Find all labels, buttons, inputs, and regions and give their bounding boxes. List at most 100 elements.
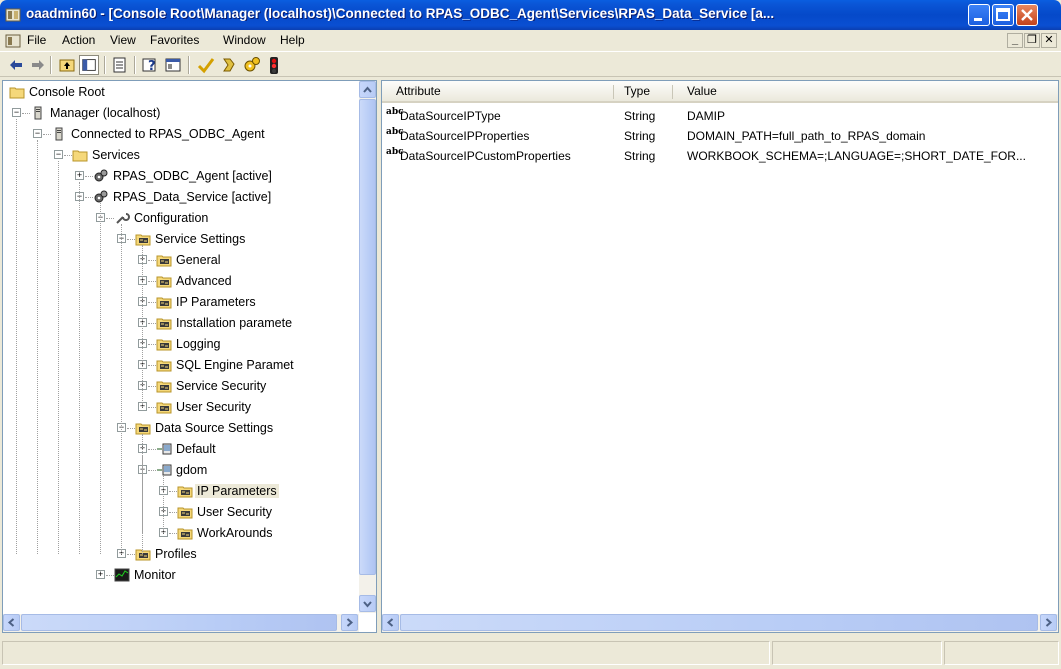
check-icon[interactable] — [196, 55, 216, 75]
settings-folder-icon — [156, 397, 172, 417]
tree-item[interactable]: + Default — [3, 439, 359, 459]
list-hscroll-thumb[interactable] — [400, 614, 1038, 631]
tree-item-label: Service Security — [176, 379, 267, 393]
chevron-down-icon — [363, 601, 372, 608]
collapse-icon[interactable]: − — [12, 108, 21, 117]
settings-folder-icon — [156, 292, 172, 312]
scroll-down-button[interactable] — [359, 595, 376, 612]
mdi-restore-button[interactable]: ❐ — [1024, 33, 1040, 48]
scroll-thumb[interactable] — [359, 99, 376, 575]
settings-folder-icon — [156, 250, 172, 270]
menu-window[interactable]: Window — [223, 33, 266, 49]
table-row[interactable]: abc DataSourceIPType String DAMIP — [382, 107, 1058, 127]
tree-item[interactable]: + Monitor — [3, 565, 359, 585]
scroll-left-button[interactable] — [3, 614, 20, 631]
back-icon[interactable] — [6, 55, 26, 75]
up-folder-icon[interactable] — [57, 55, 77, 75]
menu-view[interactable]: View — [110, 33, 136, 49]
settings-folder-icon — [156, 271, 172, 291]
settings-gears-icon[interactable] — [242, 55, 262, 75]
chevron-up-icon — [363, 86, 372, 93]
list-pane[interactable]: Attribute Type Value abc DataSourceIPType… — [381, 80, 1059, 633]
tree-item[interactable]: − Manager (localhost) — [3, 103, 359, 123]
wrench-icon — [114, 208, 130, 228]
value-cell: DOMAIN_PATH=full_path_to_RPAS_domain — [687, 129, 926, 143]
tree-item[interactable]: + General — [3, 250, 359, 270]
tree-item-label: Configuration — [134, 211, 209, 225]
settings-folder-icon — [177, 502, 193, 522]
column-header-value[interactable]: Value — [687, 84, 717, 98]
document-icon — [5, 34, 21, 48]
tree-item[interactable]: − Service Settings — [3, 229, 359, 249]
tree-item[interactable]: + IP Parameters — [3, 292, 359, 312]
tree-item[interactable]: Console Root — [3, 82, 359, 102]
minimize-button[interactable] — [968, 4, 990, 26]
console-window-icon[interactable] — [163, 55, 183, 75]
tree-item[interactable]: − Configuration — [3, 208, 359, 228]
tree-item[interactable]: − RPAS_Data_Service [active] — [3, 187, 359, 207]
menu-favorites[interactable]: Favorites — [150, 33, 199, 49]
collapse-icon[interactable]: − — [33, 129, 42, 138]
tree-item[interactable]: + Service Security — [3, 376, 359, 396]
tree-item[interactable]: − Connected to RPAS_ODBC_Agent — [3, 124, 359, 144]
tree-item[interactable]: + IP Parameters — [3, 481, 359, 501]
table-row[interactable]: abc DataSourceIPCustomProperties String WOR… — [382, 147, 1058, 167]
tree-item[interactable]: + Profiles — [3, 544, 359, 564]
tree-item[interactable]: + Installation paramete — [3, 313, 359, 333]
list-horizontal-scrollbar[interactable] — [382, 614, 1058, 632]
attribute-cell: DataSourceIPCustomProperties — [400, 149, 571, 163]
tree-item[interactable]: + User Security — [3, 502, 359, 522]
tree-item[interactable]: − Data Source Settings — [3, 418, 359, 438]
collapse-icon[interactable]: − — [54, 150, 63, 159]
traffic-light-icon[interactable] — [264, 55, 284, 75]
chevron-right-icon — [1045, 618, 1053, 627]
type-cell: String — [624, 149, 656, 163]
menu-file[interactable]: File — [27, 33, 46, 49]
tree-item-label: Profiles — [155, 547, 197, 561]
tree-pane[interactable]: Console Root − Manager (localhost) − Connect… — [2, 80, 377, 633]
help-icon[interactable]: ? — [140, 55, 160, 75]
show-tree-icon[interactable] — [79, 55, 99, 75]
tree-item-label: User Security — [197, 505, 273, 519]
tree-item[interactable]: − Services — [3, 145, 359, 165]
forward-icon[interactable] — [28, 55, 48, 75]
status-section-2 — [772, 641, 942, 665]
menu-help[interactable]: Help — [280, 33, 305, 49]
close-button[interactable] — [1016, 4, 1038, 26]
maximize-button[interactable] — [992, 4, 1014, 26]
tree-item[interactable]: + User Security — [3, 397, 359, 417]
list-scroll-right-button[interactable] — [1040, 614, 1057, 631]
title-bar[interactable]: oaadmin60 - [Console Root\Manager (local… — [0, 0, 1061, 30]
hscroll-thumb[interactable] — [21, 614, 337, 631]
expand-icon[interactable]: + — [75, 171, 84, 180]
window-title: oaadmin60 - [Console Root\Manager (local… — [26, 6, 775, 21]
tree-item[interactable]: + SQL Engine Paramet — [3, 355, 359, 375]
scroll-right-button[interactable] — [341, 614, 358, 631]
tree-item-label: Console Root — [29, 85, 105, 99]
datasource-icon — [156, 439, 172, 459]
mdi-close-button[interactable]: ✕ — [1041, 33, 1057, 48]
tree-horizontal-scrollbar[interactable] — [3, 614, 359, 632]
tree-item[interactable]: + Advanced — [3, 271, 359, 291]
menu-bar: File Action View Favorites Window Help _… — [0, 30, 1061, 51]
status-bar — [0, 637, 1061, 669]
menu-action[interactable]: Action — [62, 33, 95, 49]
column-header-attribute[interactable]: Attribute — [396, 84, 441, 98]
mdi-minimize-button[interactable]: _ — [1007, 33, 1023, 48]
tree-item[interactable]: − gdom — [3, 460, 359, 480]
undo-icon[interactable] — [219, 55, 239, 75]
maximize-icon — [996, 8, 1010, 21]
tree-item[interactable]: + Logging — [3, 334, 359, 354]
list-scroll-left-button[interactable] — [382, 614, 399, 631]
scroll-up-button[interactable] — [359, 81, 376, 98]
type-cell: String — [624, 129, 656, 143]
table-row[interactable]: abc DataSourceIPProperties String DOMAIN_PA… — [382, 127, 1058, 147]
export-list-icon[interactable] — [110, 55, 130, 75]
tree-item-label: Installation paramete — [176, 316, 293, 330]
tree-item[interactable]: + RPAS_ODBC_Agent [active] — [3, 166, 359, 186]
tree-item[interactable]: + WorkArounds — [3, 523, 359, 543]
column-header-type[interactable]: Type — [624, 84, 650, 98]
tree-vertical-scrollbar[interactable] — [359, 81, 376, 613]
server-icon — [30, 103, 46, 123]
expand-icon[interactable]: + — [96, 570, 105, 579]
